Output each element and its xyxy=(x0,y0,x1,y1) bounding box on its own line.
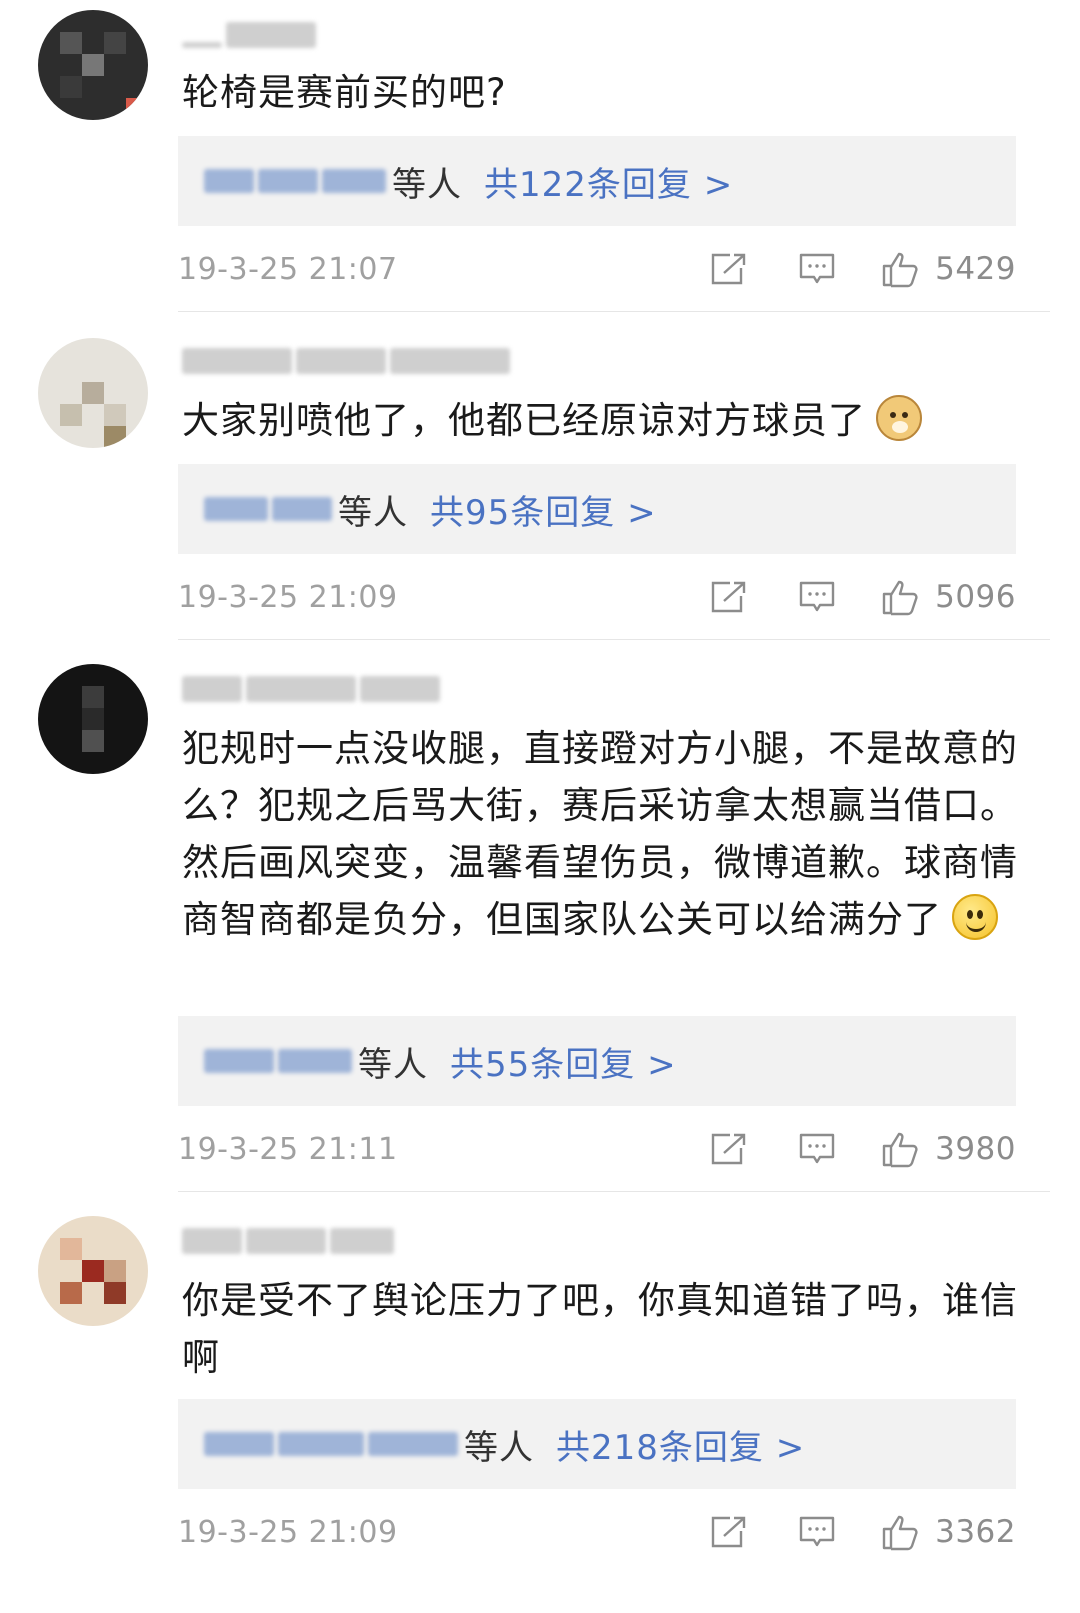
reply-summary[interactable]: 等人 共95条回复 > xyxy=(178,464,1016,554)
reply-summary[interactable]: 等人 共55条回复 > xyxy=(178,1016,1016,1106)
comment-meta: 19-3-25 21:11 3980 xyxy=(178,1126,1016,1172)
reply-names-blurred xyxy=(204,1049,352,1073)
reply-names-blurred xyxy=(204,1432,458,1456)
reply-people-label: 等人 xyxy=(338,492,408,533)
comment-icon[interactable] xyxy=(797,1512,837,1552)
comment-meta: 19-3-25 21:07 5429 xyxy=(178,246,1016,292)
timestamp: 19-3-25 21:09 xyxy=(178,579,398,615)
reply-people-label: 等人 xyxy=(464,1427,534,1468)
like-count: 3362 xyxy=(935,1514,1016,1550)
reply-summary[interactable]: 等人 共218条回复 > xyxy=(178,1399,1016,1489)
share-icon[interactable] xyxy=(709,1512,749,1552)
smile-emoji xyxy=(952,894,998,940)
thumbs-up-icon[interactable] xyxy=(881,1129,921,1169)
username-blurred[interactable] xyxy=(182,14,316,56)
timestamp: 19-3-25 21:11 xyxy=(178,1131,398,1167)
comment-icon[interactable] xyxy=(797,1129,837,1169)
doge-emoji xyxy=(876,395,922,441)
share-icon[interactable] xyxy=(709,1129,749,1169)
reply-count-link[interactable]: 共55条回复 > xyxy=(450,1037,677,1086)
comment-text-content: 犯规时一点没收腿，直接蹬对方小腿，不是故意的么？犯规之后骂大街，赛后采访拿太想赢… xyxy=(182,727,1018,941)
reply-summary[interactable]: 等人 共122条回复 > xyxy=(178,136,1016,226)
reply-people-label: 等人 xyxy=(358,1044,428,1085)
comment-text-content: 大家别喷他了，他都已经原谅对方球员了 xyxy=(182,399,866,442)
divider xyxy=(178,1191,1050,1192)
avatar[interactable] xyxy=(38,338,148,448)
comment-icon[interactable] xyxy=(797,249,837,289)
reply-count-link[interactable]: 共95条回复 > xyxy=(430,485,657,534)
share-icon[interactable] xyxy=(709,577,749,617)
timestamp: 19-3-25 21:09 xyxy=(178,1514,398,1550)
thumbs-up-icon[interactable] xyxy=(881,577,921,617)
timestamp: 19-3-25 21:07 xyxy=(178,251,398,287)
comment-icon[interactable] xyxy=(797,577,837,617)
like-count: 3980 xyxy=(935,1131,1016,1167)
comment-text: 你是受不了舆论压力了吧，你真知道错了吗，谁信啊 xyxy=(182,1272,1022,1386)
username-blurred[interactable] xyxy=(182,668,440,710)
username-blurred[interactable] xyxy=(182,340,510,382)
thumbs-up-icon[interactable] xyxy=(881,1512,921,1552)
reply-names-blurred xyxy=(204,497,332,521)
avatar[interactable] xyxy=(38,1216,148,1326)
like-count: 5429 xyxy=(935,251,1016,287)
share-icon[interactable] xyxy=(709,249,749,289)
comment-text: 犯规时一点没收腿，直接蹬对方小腿，不是故意的么？犯规之后骂大街，赛后采访拿太想赢… xyxy=(182,720,1022,948)
reply-names-blurred xyxy=(204,169,386,193)
comment-meta: 19-3-25 21:09 3362 xyxy=(178,1509,1016,1555)
like-count: 5096 xyxy=(935,579,1016,615)
comment-text-content: 你是受不了舆论压力了吧，你真知道错了吗，谁信啊 xyxy=(182,1279,1018,1379)
reply-count-link[interactable]: 共218条回复 > xyxy=(556,1420,805,1469)
avatar[interactable] xyxy=(38,664,148,774)
divider xyxy=(178,311,1050,312)
reply-people-label: 等人 xyxy=(392,164,462,205)
username-blurred[interactable] xyxy=(182,1220,394,1262)
reply-count-link[interactable]: 共122条回复 > xyxy=(484,157,733,206)
thumbs-up-icon[interactable] xyxy=(881,249,921,289)
comment-meta: 19-3-25 21:09 5096 xyxy=(178,574,1016,620)
comment-text: 大家别喷他了，他都已经原谅对方球员了 xyxy=(182,392,1022,449)
avatar[interactable] xyxy=(38,10,148,120)
comment-text: 轮椅是赛前买的吧? xyxy=(182,64,1022,121)
divider xyxy=(178,639,1050,640)
comment-text-content: 轮椅是赛前买的吧? xyxy=(182,71,507,114)
